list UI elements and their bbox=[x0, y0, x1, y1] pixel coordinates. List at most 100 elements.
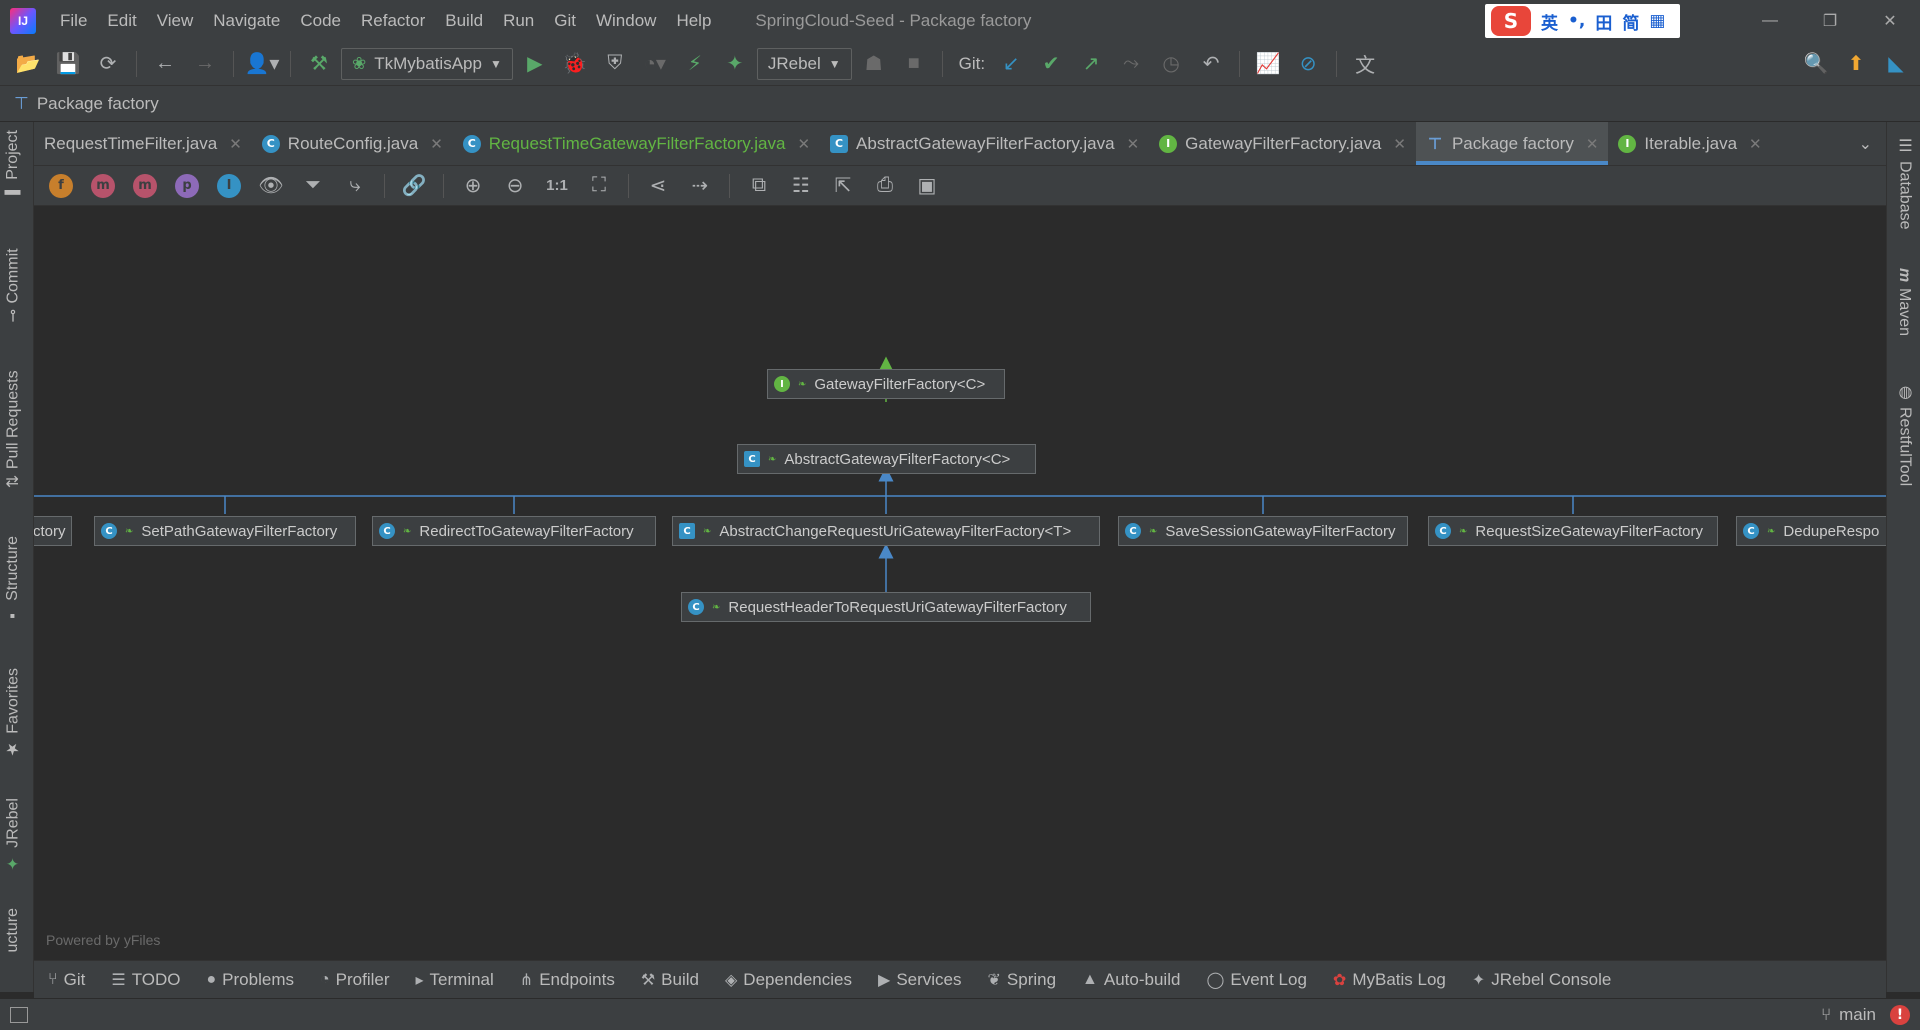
tool-mybatis-log[interactable]: ✿ MyBatis Log bbox=[1333, 970, 1446, 990]
tool-problems[interactable]: ● Problems bbox=[207, 970, 294, 990]
vcs-user-icon[interactable]: 👤▾ bbox=[244, 48, 280, 80]
profile-icon[interactable]: ◔▾ bbox=[637, 48, 673, 80]
tool-tab-structure[interactable]: ▪ Structure bbox=[4, 536, 22, 624]
ime-mode[interactable]: 英 bbox=[1541, 9, 1558, 34]
show-constructors-button[interactable]: m bbox=[84, 170, 122, 202]
tool-build[interactable]: ⚒ Build bbox=[641, 970, 699, 990]
show-fields-button[interactable]: f bbox=[42, 170, 80, 202]
close-icon[interactable]: ✕ bbox=[1393, 135, 1406, 153]
breadcrumb-item[interactable]: Package factory bbox=[37, 94, 159, 114]
run-icon[interactable]: ▶ bbox=[517, 48, 553, 80]
show-properties-button[interactable]: p bbox=[168, 170, 206, 202]
debug-icon[interactable]: 🐞 bbox=[557, 48, 593, 80]
tool-todo[interactable]: ☰ TODO bbox=[111, 970, 180, 990]
restore-icon[interactable]: ❐ bbox=[1800, 0, 1860, 42]
edge-routing-icon[interactable]: ⤷ bbox=[336, 170, 374, 202]
diagram-node-class[interactable]: C ❧ SetPathGatewayFilterFactory bbox=[94, 516, 356, 546]
menu-navigate[interactable]: Navigate bbox=[203, 11, 290, 31]
error-indicator-icon[interactable]: ! bbox=[1890, 1004, 1910, 1025]
close-icon[interactable]: ✕ bbox=[1586, 135, 1599, 153]
diagram-node-class[interactable]: C ❧ RequestSizeGatewayFilterFactory bbox=[1428, 516, 1718, 546]
tool-services[interactable]: ▶ Services bbox=[878, 970, 962, 990]
tool-tab-commit[interactable]: ⊸ Commit bbox=[4, 248, 23, 323]
menu-help[interactable]: Help bbox=[666, 11, 721, 31]
eye-icon[interactable]: 👁 bbox=[252, 170, 290, 202]
ime-apps-icon[interactable]: ▦ bbox=[1649, 11, 1665, 31]
git-merge-icon[interactable]: ⤳ bbox=[1113, 48, 1149, 80]
open-folder-icon[interactable]: 📂 bbox=[10, 48, 46, 80]
editor-tab[interactable]: C RequestTimeGatewayFilterFactory.java ✕ bbox=[453, 122, 820, 165]
tool-tab-jrebel[interactable]: ✦ JRebel bbox=[4, 798, 23, 873]
minimize-icon[interactable]: — bbox=[1740, 0, 1800, 42]
apply-layout-icon[interactable]: ⇢ bbox=[681, 170, 719, 202]
show-inner-classes-button[interactable]: I bbox=[210, 170, 248, 202]
tool-event-log[interactable]: ◯ Event Log bbox=[1206, 970, 1306, 990]
tool-auto-build[interactable]: ▲ Auto-build bbox=[1082, 970, 1180, 990]
tool-terminal[interactable]: ▸ Terminal bbox=[416, 970, 494, 990]
menu-build[interactable]: Build bbox=[435, 11, 493, 31]
save-image-icon[interactable]: ▣ bbox=[908, 170, 946, 202]
close-icon[interactable]: ✕ bbox=[229, 135, 242, 153]
git-update-icon[interactable]: ↙ bbox=[993, 48, 1029, 80]
close-icon[interactable]: ✕ bbox=[797, 135, 810, 153]
update-icon[interactable]: ⬆ bbox=[1838, 48, 1874, 80]
tool-jrebel-console[interactable]: ✦ JRebel Console bbox=[1472, 970, 1611, 990]
coverage-icon[interactable]: ⛨ bbox=[597, 48, 633, 80]
jrebel-update-icon[interactable]: ☗ bbox=[856, 48, 892, 80]
diagram-node-abstract-class[interactable]: C ❧ AbstractChangeRequestUriGatewayFilter… bbox=[672, 516, 1100, 546]
zoom-out-icon[interactable]: ⊖ bbox=[496, 170, 534, 202]
link-icon[interactable]: 🔗 bbox=[395, 170, 433, 202]
git-commit-icon[interactable]: ✔ bbox=[1033, 48, 1069, 80]
diagram-node-class[interactable]: C ❧ SaveSessionGatewayFilterFactory bbox=[1118, 516, 1408, 546]
tool-tab-favorites[interactable]: ★ Favorites bbox=[4, 668, 23, 759]
close-window-icon[interactable]: ✕ bbox=[1860, 0, 1920, 42]
sogou-ime-icon[interactable]: S bbox=[1491, 6, 1531, 36]
monitor-icon[interactable]: 📈 bbox=[1250, 48, 1286, 80]
menu-git[interactable]: Git bbox=[544, 11, 586, 31]
code-with-me-icon[interactable]: ◣ bbox=[1878, 48, 1914, 80]
diagram-node-class[interactable]: C ❧ DedupeRespo bbox=[1736, 516, 1886, 546]
close-icon[interactable]: ✕ bbox=[1749, 135, 1762, 153]
diagram-node-abstract-class[interactable]: C ❧ AbstractGatewayFilterFactory<C> bbox=[737, 444, 1036, 474]
power-save-icon[interactable]: ⊘ bbox=[1290, 48, 1326, 80]
sync-icon[interactable]: ⟳ bbox=[90, 48, 126, 80]
git-history-icon[interactable]: ◷ bbox=[1153, 48, 1189, 80]
ime-toolbar[interactable]: S 英 •, 田 简 ▦ bbox=[1485, 4, 1680, 38]
tabs-overflow-chevron-icon[interactable]: ⌄ bbox=[1845, 122, 1886, 165]
back-arrow-icon[interactable]: ← bbox=[147, 48, 183, 80]
jrebel-debug-icon[interactable]: ✦ bbox=[717, 48, 753, 80]
save-all-icon[interactable]: 💾 bbox=[50, 48, 86, 80]
tool-tab-restfultool[interactable]: ◍ RestfulTool bbox=[1895, 382, 1914, 486]
menu-run[interactable]: Run bbox=[493, 11, 544, 31]
diagram-node-class[interactable]: C ❧ RequestHeaderToRequestUriGatewayFilte… bbox=[681, 592, 1091, 622]
git-push-icon[interactable]: ↗ bbox=[1073, 48, 1109, 80]
export-icon[interactable]: ⇱ bbox=[824, 170, 862, 202]
jrebel-select[interactable]: JRebel ▼ bbox=[756, 47, 852, 80]
git-rollback-icon[interactable]: ↶ bbox=[1193, 48, 1229, 80]
forward-arrow-icon[interactable]: → bbox=[187, 48, 223, 80]
tool-git[interactable]: ⑂ Git bbox=[48, 970, 85, 990]
tool-tab-database[interactable]: ☰ Database bbox=[1895, 136, 1914, 230]
editor-tab[interactable]: I GatewayFilterFactory.java ✕ bbox=[1149, 122, 1416, 165]
tool-tab-structure-2[interactable]: ucture bbox=[4, 908, 22, 952]
tool-profiler[interactable]: ◔ Profiler bbox=[320, 970, 390, 990]
search-icon[interactable]: 🔍 bbox=[1798, 48, 1834, 80]
tool-tab-pull-requests[interactable]: ⇅ Pull Requests bbox=[4, 370, 23, 488]
filter-icon[interactable]: ⏷ bbox=[294, 170, 332, 202]
git-branch-widget[interactable]: ⑂ main bbox=[1821, 1005, 1876, 1025]
show-methods-button[interactable]: m bbox=[126, 170, 164, 202]
tool-spring[interactable]: ❦ Spring bbox=[988, 970, 1057, 990]
menu-file[interactable]: File bbox=[50, 11, 97, 31]
editor-tab[interactable]: C RouteConfig.java ✕ bbox=[252, 122, 453, 165]
menu-refactor[interactable]: Refactor bbox=[351, 11, 435, 31]
ime-keyboard-icon[interactable]: 田 bbox=[1595, 9, 1612, 34]
close-icon[interactable]: ✕ bbox=[1127, 135, 1140, 153]
tool-tab-maven[interactable]: m Maven bbox=[1895, 268, 1913, 336]
fit-content-icon[interactable]: ⛶ bbox=[580, 170, 618, 202]
structure-view-icon[interactable]: ☷ bbox=[782, 170, 820, 202]
build-hammer-icon[interactable]: ⚒ bbox=[301, 48, 337, 80]
jrebel-run-icon[interactable]: ⚡ bbox=[677, 48, 713, 80]
layout-icon[interactable]: ⋖ bbox=[639, 170, 677, 202]
copy-diagram-icon[interactable]: ⧉ bbox=[740, 170, 778, 202]
tool-dependencies[interactable]: ◈ Dependencies bbox=[725, 970, 852, 990]
